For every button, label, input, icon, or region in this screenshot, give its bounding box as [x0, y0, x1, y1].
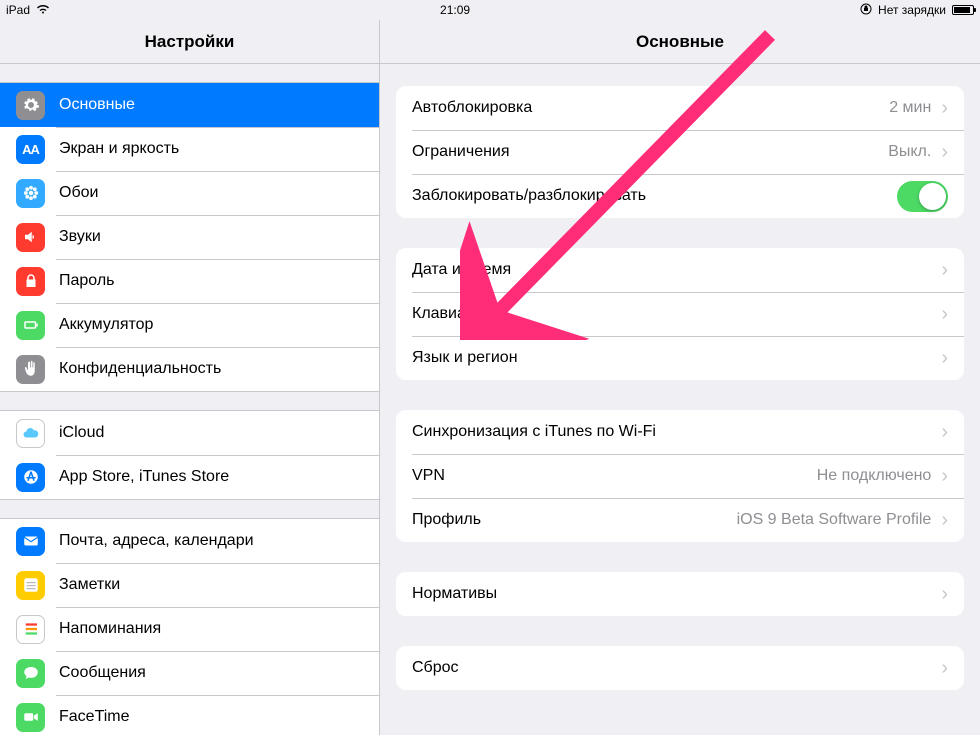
- detail-group: Синхронизация с iTunes по Wi-Fi›VPNНе по…: [396, 410, 964, 542]
- facetime-icon: [16, 703, 45, 732]
- chevron-right-icon: ›: [941, 509, 948, 532]
- sidebar-group: Основные AA Экран и яркость Обои Звуки Пароль…: [0, 82, 379, 392]
- chevron-right-icon: ›: [941, 347, 948, 370]
- detail-row-datetime[interactable]: Дата и время›: [396, 248, 964, 292]
- sidebar-item-display[interactable]: AA Экран и яркость: [0, 127, 379, 171]
- sidebar-title: Настройки: [0, 20, 380, 63]
- detail-row-lockunlock[interactable]: Заблокировать/разблокировать: [396, 174, 964, 218]
- sidebar-item-general[interactable]: Основные: [0, 83, 379, 127]
- reminders-icon: [16, 615, 45, 644]
- detail-group: Дата и время›Клавиатура›Язык и регион›: [396, 248, 964, 380]
- chevron-right-icon: ›: [941, 465, 948, 488]
- sidebar-item-icloud[interactable]: iCloud: [0, 411, 379, 455]
- sidebar-item-label: Основные: [59, 96, 135, 114]
- detail-row-language[interactable]: Язык и регион›: [396, 336, 964, 380]
- detail-row-label: VPN: [412, 467, 817, 485]
- sidebar-item-label: Напоминания: [59, 620, 161, 638]
- message-icon: [16, 659, 45, 688]
- detail-row-reset[interactable]: Сброс›: [396, 646, 964, 690]
- sidebar-item-battery[interactable]: Аккумулятор: [0, 303, 379, 347]
- detail-row-label: Заблокировать/разблокировать: [412, 187, 897, 205]
- sidebar-item-label: Почта, адреса, календари: [59, 532, 254, 550]
- chevron-right-icon: ›: [941, 141, 948, 164]
- detail-row-label: Синхронизация с iTunes по Wi-Fi: [412, 423, 941, 441]
- hand-icon: [16, 355, 45, 384]
- detail-row-profile[interactable]: ПрофильiOS 9 Beta Software Profile ›: [396, 498, 964, 542]
- detail-row-label: Дата и время: [412, 261, 941, 279]
- detail-row-label: Клавиатура: [412, 305, 941, 323]
- chevron-right-icon: ›: [941, 583, 948, 606]
- lock-icon: [16, 267, 45, 296]
- speaker-icon: [16, 223, 45, 252]
- sidebar-item-label: App Store, iTunes Store: [59, 468, 229, 486]
- flower-icon: [16, 179, 45, 208]
- sidebar-group: Почта, адреса, календари Заметки Напоминан…: [0, 518, 379, 735]
- sidebar-item-label: iCloud: [59, 424, 104, 442]
- detail-row-itunessync[interactable]: Синхронизация с iTunes по Wi-Fi›: [396, 410, 964, 454]
- status-time: 21:09: [440, 3, 470, 17]
- detail-pane: Автоблокировка2 мин › ОграниченияВыкл. › Заб…: [380, 64, 980, 735]
- detail-row-label: Нормативы: [412, 585, 941, 603]
- charging-label: Нет зарядки: [878, 3, 946, 17]
- detail-row-value: 2 мин: [889, 99, 931, 117]
- detail-row-restrictions[interactable]: ОграниченияВыкл. ›: [396, 130, 964, 174]
- aa-icon: AA: [16, 135, 45, 164]
- toggle-switch[interactable]: [897, 181, 948, 212]
- detail-group: Сброс›: [396, 646, 964, 690]
- chevron-right-icon: ›: [941, 421, 948, 444]
- sidebar-item-label: Конфиденциальность: [59, 360, 221, 378]
- sidebar-item-mail[interactable]: Почта, адреса, календари: [0, 519, 379, 563]
- sidebar-item-label: Экран и яркость: [59, 140, 179, 158]
- detail-title: Основные: [380, 20, 980, 63]
- detail-row-value: iOS 9 Beta Software Profile: [737, 511, 932, 529]
- sidebar-item-label: Заметки: [59, 576, 120, 594]
- detail-row-label: Сброс: [412, 659, 941, 677]
- sidebar-item-label: Пароль: [59, 272, 115, 290]
- sidebar-item-facetime[interactable]: FaceTime: [0, 695, 379, 735]
- sidebar-item-sounds[interactable]: Звуки: [0, 215, 379, 259]
- sidebar-item-passcode[interactable]: Пароль: [0, 259, 379, 303]
- status-bar: iPad 21:09 Нет зарядки: [0, 0, 980, 20]
- cloud-icon: [16, 419, 45, 448]
- detail-row-label: Профиль: [412, 511, 737, 529]
- wifi-icon: [36, 3, 50, 17]
- detail-row-label: Язык и регион: [412, 349, 941, 367]
- detail-group: Нормативы›: [396, 572, 964, 616]
- sidebar-item-appstore[interactable]: App Store, iTunes Store: [0, 455, 379, 499]
- sidebar-group: iCloud App Store, iTunes Store: [0, 410, 379, 500]
- detail-row-label: Автоблокировка: [412, 99, 889, 117]
- navigation-headers: Настройки Основные: [0, 20, 980, 64]
- detail-row-autolock[interactable]: Автоблокировка2 мин ›: [396, 86, 964, 130]
- sidebar-item-label: Звуки: [59, 228, 101, 246]
- chevron-right-icon: ›: [941, 657, 948, 680]
- appstore-icon: [16, 463, 45, 492]
- battery-icon: [952, 5, 974, 15]
- mail-icon: [16, 527, 45, 556]
- device-label: iPad: [6, 3, 30, 17]
- sidebar-item-wallpaper[interactable]: Обои: [0, 171, 379, 215]
- chevron-right-icon: ›: [941, 259, 948, 282]
- chevron-right-icon: ›: [941, 97, 948, 120]
- detail-group: Автоблокировка2 мин › ОграниченияВыкл. › Заб…: [396, 86, 964, 218]
- chevron-right-icon: ›: [941, 303, 948, 326]
- sidebar-item-notes[interactable]: Заметки: [0, 563, 379, 607]
- batt-icon: [16, 311, 45, 340]
- detail-row-value: Выкл.: [888, 143, 931, 161]
- notes-icon: [16, 571, 45, 600]
- sidebar-item-label: Аккумулятор: [59, 316, 153, 334]
- gear-icon: [16, 91, 45, 120]
- sidebar-item-reminders[interactable]: Напоминания: [0, 607, 379, 651]
- sidebar-item-messages[interactable]: Сообщения: [0, 651, 379, 695]
- detail-row-label: Ограничения: [412, 143, 888, 161]
- sidebar-item-label: FaceTime: [59, 708, 130, 726]
- sidebar-item-privacy[interactable]: Конфиденциальность: [0, 347, 379, 391]
- sidebar-item-label: Сообщения: [59, 664, 146, 682]
- detail-row-value: Не подключено: [817, 467, 932, 485]
- detail-row-keyboard[interactable]: Клавиатура›: [396, 292, 964, 336]
- detail-row-regulatory[interactable]: Нормативы›: [396, 572, 964, 616]
- sidebar-item-label: Обои: [59, 184, 98, 202]
- settings-sidebar: Основные AA Экран и яркость Обои Звуки Пароль…: [0, 64, 380, 735]
- detail-row-vpn[interactable]: VPNНе подключено ›: [396, 454, 964, 498]
- orientation-lock-icon: [860, 3, 872, 18]
